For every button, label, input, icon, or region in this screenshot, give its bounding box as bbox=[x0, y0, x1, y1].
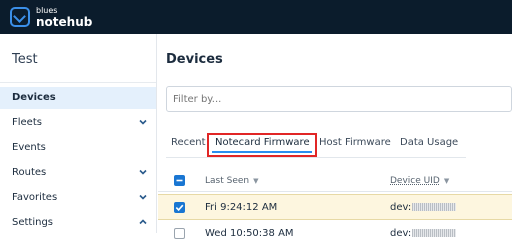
filter-input[interactable] bbox=[166, 86, 512, 112]
table-row[interactable]: Wed 10:50:38 AM dev: bbox=[158, 221, 512, 247]
device-uid-cell[interactable]: dev: bbox=[390, 228, 457, 239]
column-label: Device UID bbox=[390, 176, 440, 186]
sidebar-item-label: Events bbox=[12, 142, 46, 153]
brand-line2: notehub bbox=[36, 15, 93, 29]
redacted-uid bbox=[412, 229, 457, 237]
sort-icon: ▼ bbox=[443, 177, 450, 185]
tab-data-usage[interactable]: Data Usage bbox=[400, 137, 458, 148]
chevron-up-icon[interactable] bbox=[139, 218, 147, 226]
sidebar-item-fleets[interactable]: Fleets bbox=[0, 112, 156, 134]
page-title: Devices bbox=[166, 52, 223, 67]
device-uid-prefix: dev: bbox=[390, 228, 412, 239]
blues-logo-icon[interactable] bbox=[10, 7, 30, 27]
redacted-uid bbox=[412, 203, 457, 211]
sidebar-item-settings[interactable]: Settings bbox=[0, 212, 156, 234]
sidebar-item-label: Settings bbox=[12, 217, 54, 228]
sidebar-item-label: Devices bbox=[12, 92, 56, 103]
select-all-checkbox[interactable] bbox=[174, 175, 185, 186]
device-uid-prefix: dev: bbox=[390, 202, 412, 213]
device-uid-cell[interactable]: dev: bbox=[390, 202, 457, 213]
sidebar-item-label: Routes bbox=[12, 167, 47, 178]
sidebar-item-events[interactable]: Events bbox=[0, 137, 156, 159]
column-last-seen[interactable]: Last Seen ▼ bbox=[205, 176, 259, 186]
sidebar-item-devices[interactable]: Devices bbox=[0, 87, 156, 109]
row-checkbox[interactable] bbox=[174, 202, 185, 213]
tab-highlight-box bbox=[207, 133, 317, 157]
column-label: Last Seen bbox=[205, 176, 250, 186]
sidebar: Test Devices Fleets Events Routes Favori… bbox=[0, 34, 157, 233]
brand-line1: blues bbox=[36, 6, 58, 15]
project-name[interactable]: Test bbox=[12, 52, 38, 67]
row-checkbox[interactable] bbox=[174, 228, 185, 239]
main-panel: Devices Recent Notecard Firmware Host Fi… bbox=[158, 34, 512, 239]
chevron-down-icon[interactable] bbox=[139, 168, 147, 176]
chevron-down-icon[interactable] bbox=[139, 193, 147, 201]
sidebar-divider bbox=[0, 82, 156, 83]
sidebar-item-label: Fleets bbox=[12, 117, 42, 128]
last-seen-cell: Fri 9:24:12 AM bbox=[205, 202, 278, 213]
table-row[interactable]: Fri 9:24:12 AM dev: bbox=[158, 194, 512, 220]
sort-icon: ▼ bbox=[253, 177, 259, 185]
tab-recent[interactable]: Recent bbox=[171, 137, 206, 148]
top-bar: blues notehub bbox=[0, 0, 512, 34]
sidebar-item-routes[interactable]: Routes bbox=[0, 162, 156, 184]
chevron-down-icon[interactable] bbox=[139, 118, 147, 126]
sidebar-item-label: Favorites bbox=[12, 192, 58, 203]
column-device-uid[interactable]: Device UID ▼ bbox=[390, 176, 449, 186]
tab-host-firmware[interactable]: Host Firmware bbox=[319, 137, 391, 148]
sidebar-item-favorites[interactable]: Favorites bbox=[0, 187, 156, 209]
table-header: Last Seen ▼ Device UID ▼ bbox=[158, 170, 512, 192]
last-seen-cell: Wed 10:50:38 AM bbox=[205, 228, 294, 239]
